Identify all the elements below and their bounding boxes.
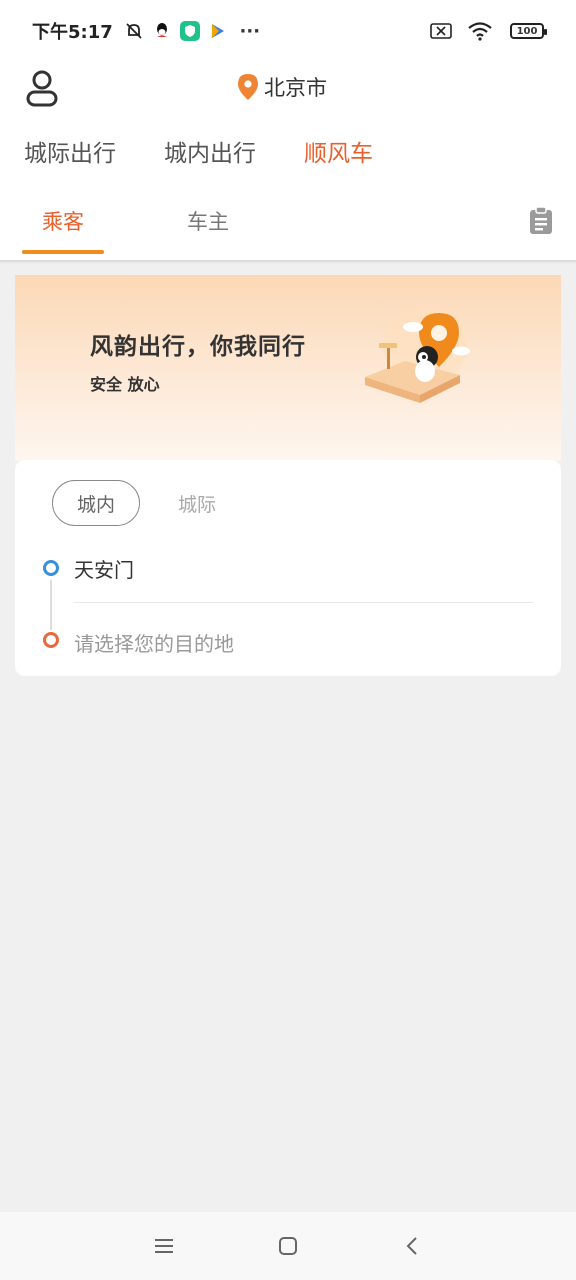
- home-nav-icon[interactable]: [258, 1216, 318, 1276]
- battery-indicator: 100: [510, 23, 547, 39]
- tab-driver[interactable]: 车主: [167, 202, 249, 254]
- system-nav-bar: [0, 1212, 576, 1280]
- tab-within-city[interactable]: 城内: [52, 480, 140, 526]
- sim-disabled-icon: [428, 20, 454, 42]
- route-card: 城内 城际 天安门 请选择您的目的地: [15, 460, 561, 676]
- route-divider: [74, 602, 533, 603]
- status-time: 下午5:17: [32, 22, 113, 43]
- travel-mascot-illustration: [355, 303, 475, 415]
- back-nav-icon[interactable]: [382, 1216, 442, 1276]
- qq-icon: [151, 20, 173, 42]
- city-name: 北京市: [264, 76, 327, 100]
- top-header: 北京市 城际出行 城内出行 顺风车 乘客 车主: [0, 62, 576, 262]
- more-notifications-icon: ···: [239, 20, 261, 42]
- tab-between-cities[interactable]: 城际: [178, 490, 216, 517]
- status-bar: 下午5:17 ··· 100: [0, 0, 576, 62]
- origin-dot-icon: [43, 560, 59, 576]
- menu-nav-icon[interactable]: [134, 1216, 194, 1276]
- scope-tabs: 城内 城际: [52, 480, 216, 526]
- destination-dot-icon: [43, 632, 59, 648]
- user-profile-icon[interactable]: [24, 68, 60, 108]
- tab-intracity[interactable]: 城内出行: [164, 134, 256, 168]
- location-pin-icon: [238, 74, 258, 100]
- shield-app-icon: [179, 20, 201, 42]
- clipboard-orders-icon[interactable]: [528, 206, 554, 234]
- route-connector: [50, 580, 52, 630]
- origin-field[interactable]: 天安门: [74, 554, 134, 583]
- mode-tabs: 城际出行 城内出行 顺风车: [24, 134, 421, 168]
- destination-field[interactable]: 请选择您的目的地: [74, 628, 234, 657]
- promo-banner[interactable]: 风韵出行，你我同行 安全 放心: [15, 275, 561, 461]
- city-selector[interactable]: 北京市: [238, 72, 327, 102]
- tab-carpool[interactable]: 顺风车: [304, 134, 373, 168]
- banner-title: 风韵出行，你我同行: [90, 334, 306, 360]
- play-app-icon: [207, 20, 229, 42]
- banner-subtitle: 安全 放心: [90, 375, 160, 394]
- header-divider: [0, 260, 576, 264]
- tab-passenger[interactable]: 乘客: [22, 202, 104, 254]
- mute-bell-icon: [123, 20, 145, 42]
- role-tabs: 乘客 车主: [22, 202, 554, 254]
- tab-intercity[interactable]: 城际出行: [24, 134, 116, 168]
- wifi-icon: [466, 20, 494, 42]
